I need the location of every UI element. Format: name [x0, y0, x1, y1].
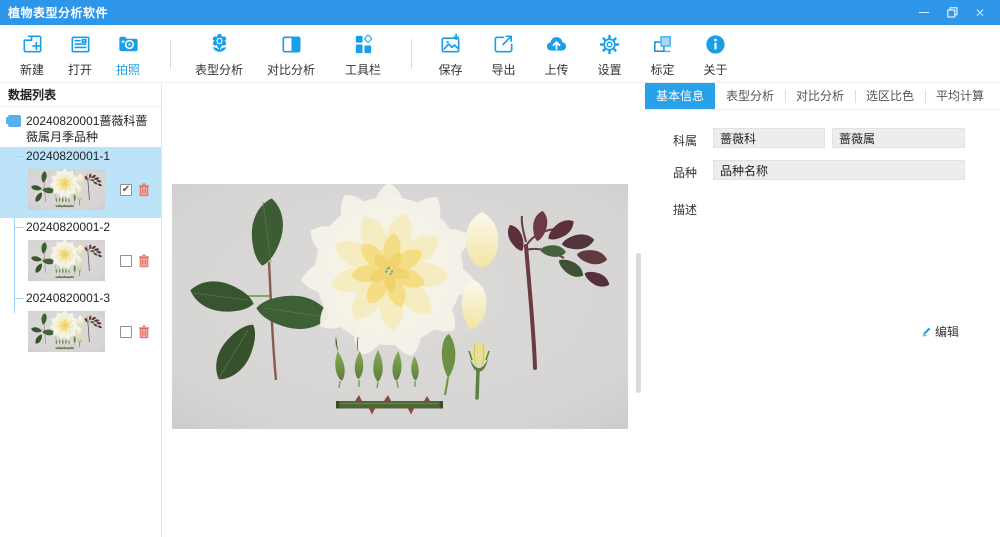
- tool-label: 对比分析: [267, 61, 315, 78]
- toolbar-group-file: 新建 打开 拍照: [8, 30, 152, 78]
- toolbar: 新建 打开 拍照: [0, 25, 1000, 83]
- sidebar-header: 数据列表: [0, 84, 161, 107]
- new-file-icon: [20, 32, 45, 57]
- about-button[interactable]: 关于: [689, 30, 742, 78]
- upload-cloud-icon: [544, 32, 569, 57]
- window-controls: ✕: [918, 7, 992, 19]
- settings-gear-icon: [597, 32, 622, 57]
- trash-icon[interactable]: [138, 183, 150, 197]
- tool-label: 导出: [491, 61, 515, 78]
- export-button[interactable]: 导出: [477, 30, 530, 78]
- tab-phenotype-analysis[interactable]: 表型分析: [715, 83, 785, 109]
- tool-label: 新建: [20, 61, 44, 78]
- specimen-photo[interactable]: [172, 184, 628, 429]
- minimize-icon: [919, 12, 929, 14]
- titlebar: 植物表型分析软件 ✕: [0, 0, 1000, 25]
- tool-label: 设置: [597, 61, 621, 78]
- export-arrow-icon: [491, 32, 516, 57]
- item-checkbox[interactable]: [120, 255, 132, 267]
- tool-label: 标定: [650, 61, 674, 78]
- app-window: 植物表型分析软件 ✕ 新建: [0, 0, 1000, 537]
- tool-label: 关于: [703, 61, 727, 78]
- minimize-button[interactable]: [918, 7, 930, 19]
- open-button[interactable]: 打开: [56, 30, 104, 78]
- sidebar-data-list: 数据列表 20240820001蔷薇科蔷薇属月季品种 20240820001-1: [0, 84, 162, 537]
- item-checkbox[interactable]: [120, 326, 132, 338]
- edit-button[interactable]: 编辑: [921, 323, 959, 340]
- about-info-icon: [703, 32, 728, 57]
- basic-info-form: 科属 品种 描述 编辑: [645, 110, 1000, 537]
- calibration-icon: [650, 32, 675, 57]
- close-icon: ✕: [975, 6, 985, 20]
- dataset-icon: [8, 115, 21, 127]
- upload-button[interactable]: 上传: [530, 30, 583, 78]
- data-tree: 20240820001蔷薇科蔷薇属月季品种 20240820001-1: [0, 107, 161, 360]
- capture-button[interactable]: 拍照: [104, 30, 152, 78]
- thumbnail[interactable]: [28, 309, 105, 354]
- item-checkbox[interactable]: [120, 184, 132, 196]
- thumbnail[interactable]: [28, 238, 105, 283]
- right-panel-tabs: 基本信息 表型分析 对比分析 选区比色 平均计算: [645, 83, 1000, 110]
- tab-compare-analysis[interactable]: 对比分析: [785, 83, 855, 109]
- compare-analysis-button[interactable]: 对比分析: [255, 30, 327, 78]
- app-title: 植物表型分析软件: [8, 4, 108, 21]
- close-button[interactable]: ✕: [974, 7, 986, 19]
- settings-button[interactable]: 设置: [583, 30, 636, 78]
- genus-field[interactable]: [832, 128, 965, 148]
- toolbar-group-io: 保存 导出 上传: [424, 30, 742, 78]
- right-panel: 基本信息 表型分析 对比分析 选区比色 平均计算 科属 品种 描述 编辑: [645, 83, 1000, 537]
- calibration-button[interactable]: 标定: [636, 30, 689, 78]
- main-viewport: [163, 84, 645, 537]
- open-file-icon: [68, 32, 93, 57]
- restore-button[interactable]: [946, 7, 958, 19]
- family-genus-label: 科属: [673, 132, 697, 149]
- save-button[interactable]: 保存: [424, 30, 477, 78]
- new-button[interactable]: 新建: [8, 30, 56, 78]
- tree-root-label: 20240820001蔷薇科蔷薇属月季品种: [26, 113, 155, 145]
- save-image-icon: [438, 32, 463, 57]
- tool-label: 打开: [68, 61, 92, 78]
- edit-label: 编辑: [935, 323, 959, 340]
- tree-item-1: 20240820001-1: [0, 147, 161, 218]
- restore-icon: [947, 7, 958, 18]
- tab-region-colorimetry[interactable]: 选区比色: [855, 83, 925, 109]
- compare-book-icon: [279, 32, 304, 57]
- trash-icon[interactable]: [138, 325, 150, 339]
- tab-basic-info[interactable]: 基本信息: [645, 83, 715, 109]
- edit-pencil-icon: [921, 326, 932, 337]
- toolbar-separator: [170, 39, 171, 69]
- tool-label: 表型分析: [195, 61, 243, 78]
- flower-analysis-icon: [207, 32, 232, 57]
- toolbox-button[interactable]: 工具栏: [327, 30, 399, 78]
- tree-root-item[interactable]: 20240820001蔷薇科蔷薇属月季品种: [0, 109, 161, 147]
- tool-label: 拍照: [116, 61, 140, 78]
- trash-icon[interactable]: [138, 254, 150, 268]
- tool-label: 工具栏: [345, 61, 381, 78]
- phenotype-analysis-button[interactable]: 表型分析: [183, 30, 255, 78]
- camera-icon: [116, 32, 141, 57]
- family-field[interactable]: [713, 128, 825, 148]
- toolbox-blocks-icon: [351, 32, 376, 57]
- tab-average-calc[interactable]: 平均计算: [925, 83, 995, 109]
- tree-item-label[interactable]: 20240820001-2: [0, 218, 161, 236]
- main-scrollbar[interactable]: [636, 253, 641, 393]
- description-label: 描述: [673, 201, 697, 218]
- tool-label: 上传: [544, 61, 568, 78]
- tree-item-2: 20240820001-2: [0, 218, 161, 289]
- toolbar-separator: [411, 39, 412, 69]
- tree-item-label[interactable]: 20240820001-3: [0, 289, 161, 307]
- thumbnail[interactable]: [28, 167, 105, 212]
- tree-item-3: 20240820001-3: [0, 289, 161, 360]
- toolbar-group-analysis: 表型分析 对比分析 工具栏: [183, 30, 399, 78]
- tree-item-label[interactable]: 20240820001-1: [0, 147, 161, 165]
- variety-field[interactable]: [713, 160, 965, 180]
- tool-label: 保存: [438, 61, 462, 78]
- variety-label: 品种: [673, 164, 697, 181]
